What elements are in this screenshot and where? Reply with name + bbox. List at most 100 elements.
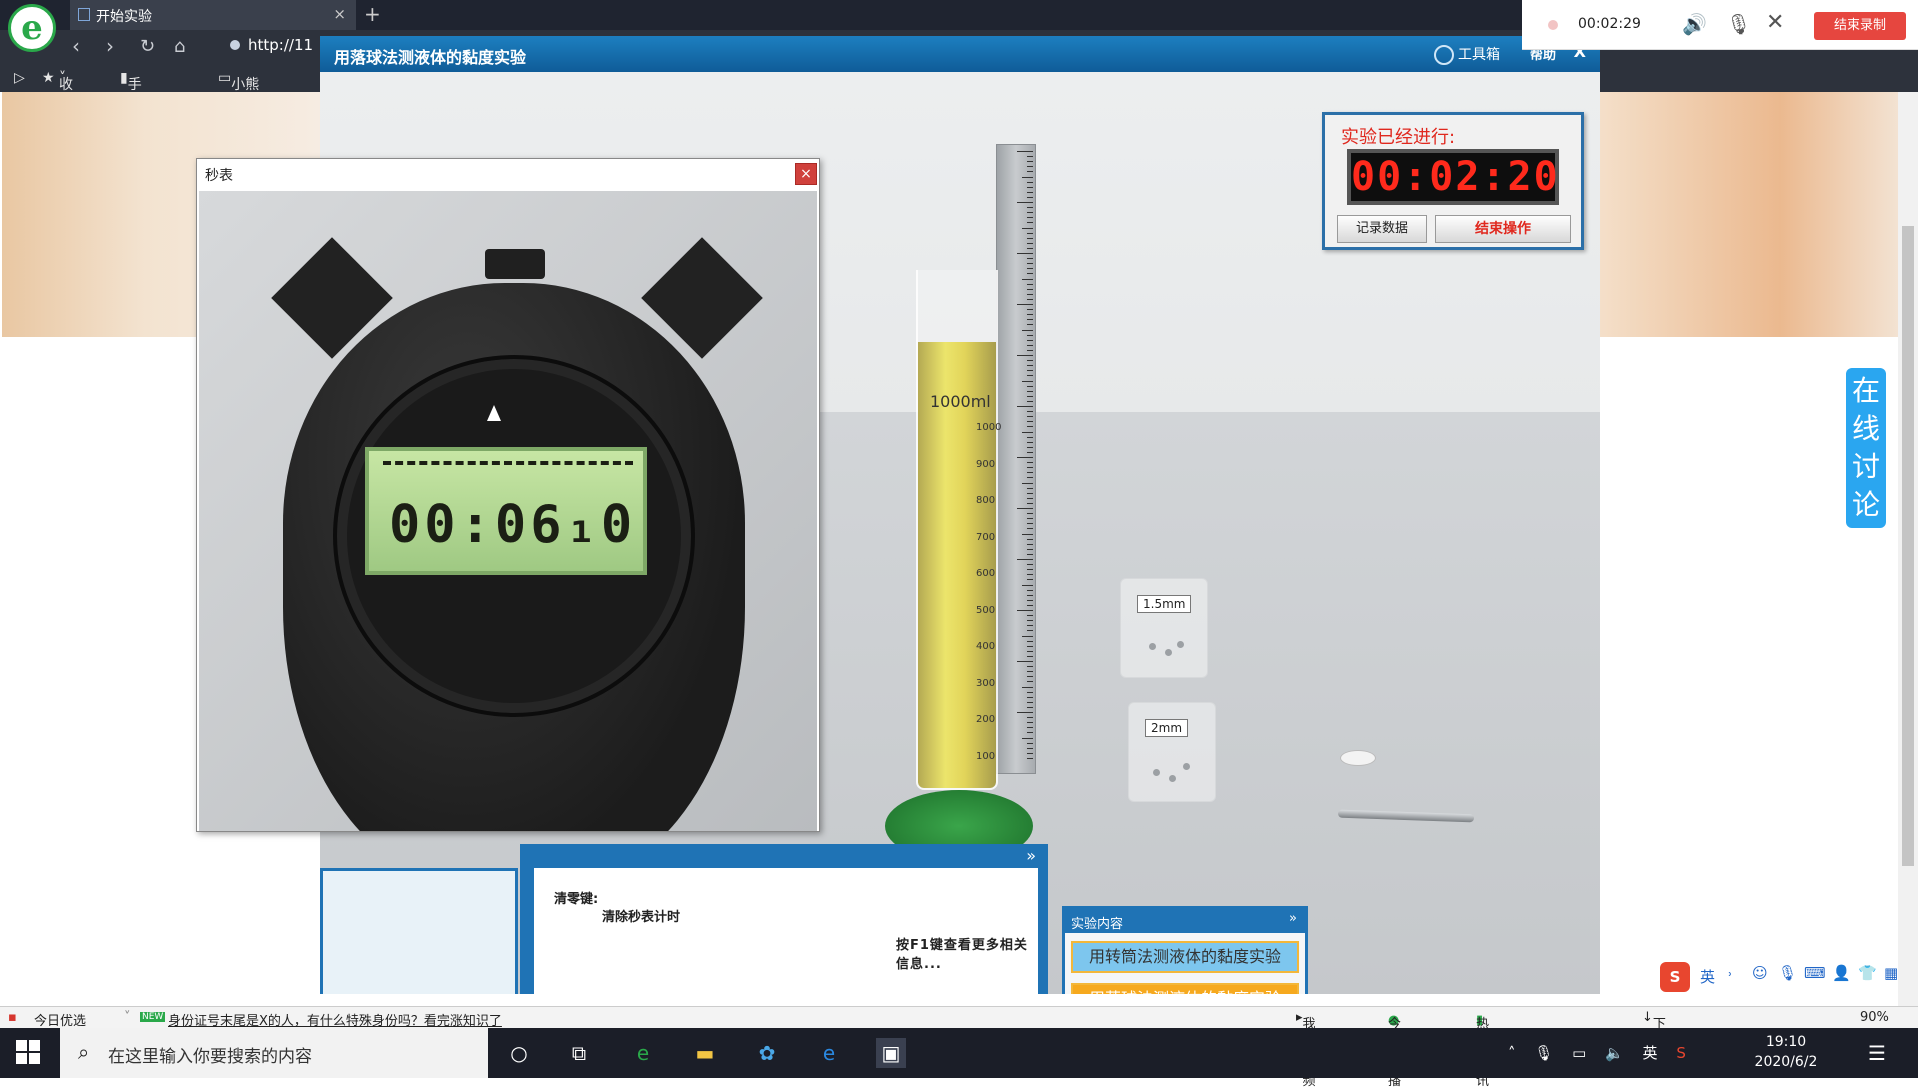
download-link[interactable]: ↓ 下载	[1642, 1010, 1666, 1051]
ruler-tick	[1027, 671, 1033, 673]
info-key-description: 清除秒表计时	[602, 910, 681, 925]
tray-expand-icon[interactable]: ˄	[1508, 1044, 1516, 1062]
sogou-ime-icon[interactable]: S	[1660, 962, 1690, 992]
ime-skin-icon[interactable]: 👕	[1858, 964, 1877, 982]
info-body: 清零键: 清除秒表计时 按F1键查看更多相关信息...	[534, 868, 1038, 994]
lcd-dash-row	[383, 461, 633, 465]
home-icon[interactable]: ⌂	[174, 36, 185, 57]
ime-keyboard-icon[interactable]: ⌨	[1804, 964, 1826, 982]
end-recording-button[interactable]: 结束录制	[1814, 12, 1906, 40]
ime-lang-toggle[interactable]: 英	[1700, 966, 1715, 987]
toolbox-button[interactable]: 工具箱	[1434, 44, 1500, 65]
ruler-tick	[1027, 390, 1033, 392]
tray-network-icon[interactable]: ▭	[1572, 1044, 1586, 1062]
ball-icon	[1165, 649, 1172, 656]
app-icon[interactable]: ✿	[752, 1038, 782, 1068]
edge-icon[interactable]: e	[814, 1038, 844, 1068]
browser-tab[interactable]: 开始实验 ×	[70, 0, 356, 30]
content-panel-header: 实验内容 »	[1065, 909, 1305, 933]
ruler-tick	[1027, 385, 1033, 387]
tab-close-icon[interactable]: ×	[333, 5, 346, 23]
taskbar-clock[interactable]: 19:10 2020/6/2	[1746, 1032, 1826, 1072]
experiment-falling-ball-button[interactable]: 用落球法测液体的黏度实验	[1071, 983, 1299, 994]
page-scrollbar-thumb[interactable]	[1902, 226, 1914, 866]
experiment-rotating-cylinder-button[interactable]: 用转筒法测液体的黏度实验	[1071, 941, 1299, 973]
microphone-icon[interactable]: 🎙	[1726, 12, 1751, 36]
cortana-icon[interactable]: ○	[504, 1038, 534, 1068]
reload-icon[interactable]: ↻	[140, 36, 155, 57]
stopwatch-close-button[interactable]: ×	[795, 163, 817, 185]
address-bar[interactable]: http://11	[230, 36, 313, 54]
tray-lang[interactable]: 英	[1643, 1044, 1658, 1062]
360-browser-icon[interactable]: e	[628, 1038, 658, 1068]
my-video-link[interactable]: ▸我的视频	[1296, 1010, 1316, 1089]
ruler-tick	[1027, 298, 1033, 300]
ruler-tick	[1027, 237, 1033, 239]
notifications-icon[interactable]: ☰	[1862, 1038, 1892, 1068]
speaker-icon[interactable]: 🔊	[1682, 12, 1707, 36]
ruler-tick	[1027, 477, 1033, 479]
ime-emoji-icon[interactable]: ☺	[1752, 964, 1768, 982]
graduated-cylinder[interactable]	[916, 270, 998, 790]
end-operation-button[interactable]: 结束操作	[1435, 215, 1571, 243]
ball-box-2mm[interactable]: 2mm	[1128, 702, 1216, 802]
bookmarks-toggle-icon[interactable]: ▷	[14, 70, 25, 86]
new-tab-button[interactable]: +	[364, 2, 381, 26]
tweezers[interactable]	[1337, 809, 1475, 823]
ruler-tick	[1022, 329, 1033, 331]
ruler-tick	[1027, 324, 1033, 326]
ball-box-1-5mm[interactable]: 1.5mm	[1120, 578, 1208, 678]
tray-volume-icon[interactable]: 🔈	[1605, 1044, 1624, 1062]
ruler-tick	[1027, 370, 1033, 372]
search-icon: ⌕	[78, 1040, 90, 1064]
ruler-tick	[1027, 171, 1033, 173]
ruler-tick	[1027, 564, 1033, 566]
ruler-tick	[1027, 446, 1033, 448]
tray-sogou-icon[interactable]: S	[1676, 1044, 1686, 1062]
forward-icon[interactable]: ›	[106, 34, 114, 58]
site-info-icon[interactable]	[230, 40, 240, 50]
ruler-tick	[1022, 431, 1033, 433]
ruler-tick	[1027, 732, 1033, 734]
browser-logo-icon[interactable]: e	[8, 4, 56, 52]
bookmark-mobile[interactable]: ▮ 手机收藏夹	[120, 70, 142, 173]
tray-mic-icon[interactable]: 🎙	[1534, 1044, 1553, 1062]
ruler-tick	[1027, 650, 1033, 652]
online-discussion-button[interactable]: 在线讨论	[1846, 368, 1886, 528]
bookmark-xiaoxiong[interactable]: ▭ 小熊padd	[218, 70, 266, 110]
ruler-tick	[1027, 467, 1033, 469]
news-link[interactable]: 身份证号末尾是X的人，有什么特殊身份吗？看完涨知识了	[168, 1010, 502, 1029]
ruler-tick	[1027, 757, 1033, 759]
ruler-tick	[1027, 400, 1033, 402]
collapse-chevron-icon[interactable]: »	[1026, 846, 1036, 865]
small-disc[interactable]	[1340, 750, 1376, 766]
ruler-tick	[1027, 207, 1033, 209]
windows-start-icon[interactable]	[16, 1040, 40, 1064]
address-text[interactable]: http://11	[248, 36, 313, 54]
taskbar-search-box[interactable]: ⌕ 在这里输入你要搜索的内容	[60, 1028, 488, 1078]
app-title-bar: 用落球法测液体的黏度实验	[320, 36, 1600, 72]
content-collapse-icon[interactable]: »	[1289, 911, 1297, 926]
back-icon[interactable]: ‹	[72, 34, 80, 58]
zoom-level[interactable]: 90%	[1860, 1010, 1889, 1025]
ball-icon	[1177, 641, 1184, 648]
ime-voice-icon[interactable]: 🎙	[1778, 964, 1797, 982]
mouse-cursor-icon	[487, 405, 501, 421]
experiment-app-icon[interactable]: ▣	[876, 1038, 906, 1068]
today-pick-link[interactable]: 今日优选	[34, 1010, 86, 1029]
task-view-icon[interactable]: ⧉	[564, 1038, 594, 1068]
ruler-tick	[1027, 569, 1033, 571]
taskbar-search-placeholder[interactable]: 在这里输入你要搜索的内容	[108, 1047, 312, 1067]
screen-recorder-bar: 00:02:29 🔊 🎙 ✕ 结束录制	[1522, 0, 1918, 50]
ruler[interactable]	[996, 144, 1036, 774]
ime-punct-icon[interactable]: ˒	[1728, 966, 1733, 984]
dropdown-icon[interactable]: ˅	[124, 1010, 131, 1025]
record-data-button[interactable]: 记录数据	[1337, 215, 1427, 243]
bookmark-favorites[interactable]: ★ 收藏 ˅	[42, 70, 73, 113]
recorder-close-icon[interactable]: ✕	[1766, 10, 1784, 35]
ruler-tick	[1017, 355, 1033, 356]
file-explorer-icon[interactable]: ▬	[690, 1038, 720, 1068]
ruler-tick	[1027, 395, 1033, 397]
ime-menu-icon[interactable]: ▦	[1884, 964, 1898, 982]
ime-user-icon[interactable]: 👤	[1832, 964, 1851, 982]
